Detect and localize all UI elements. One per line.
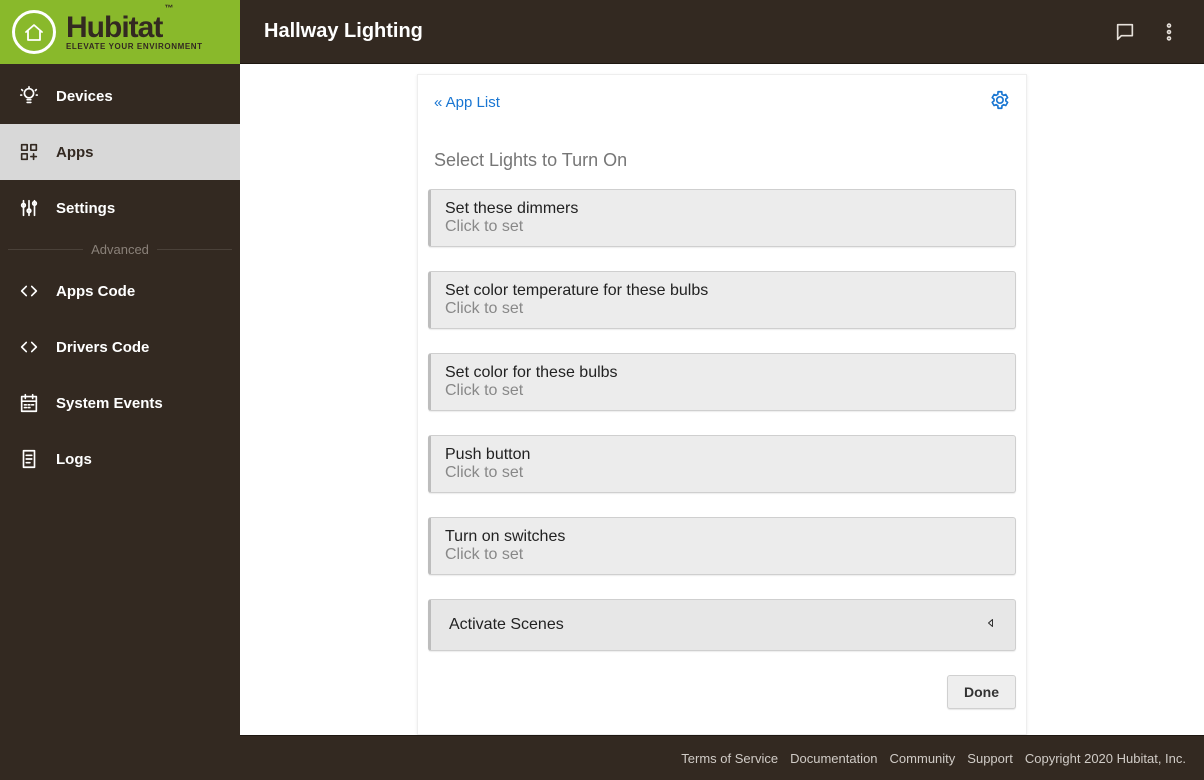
bulb-icon — [14, 85, 44, 107]
sidebar-advanced-label: Advanced — [91, 242, 149, 257]
option-hint: Click to set — [445, 464, 1001, 482]
apps-icon — [14, 141, 44, 163]
footer-copyright: Copyright 2020 Hubitat, Inc. — [1025, 751, 1186, 766]
sidebar: Devices Apps Settings Advanced Apps Code — [0, 64, 240, 780]
chevron-left-icon — [985, 616, 997, 634]
sidebar-item-drivers-code[interactable]: Drivers Code — [0, 319, 240, 375]
sidebar-item-label: Logs — [56, 451, 92, 468]
option-push-button[interactable]: Push button Click to set — [428, 435, 1016, 493]
brand-name: Hubitat — [66, 11, 162, 44]
option-hint: Click to set — [445, 300, 1001, 318]
accordion-activate-scenes[interactable]: Activate Scenes — [428, 599, 1016, 651]
code-icon — [14, 280, 44, 302]
chat-icon[interactable] — [1114, 21, 1136, 43]
page-title: Hallway Lighting — [264, 20, 1114, 43]
brand-logo: Hubitat™ ELEVATE YOUR ENVIRONMENT — [0, 0, 240, 64]
option-set-dimmers[interactable]: Set these dimmers Click to set — [428, 189, 1016, 247]
option-set-color-temp[interactable]: Set color temperature for these bulbs Cl… — [428, 271, 1016, 329]
accordion-label: Activate Scenes — [449, 616, 985, 634]
done-button[interactable]: Done — [947, 675, 1016, 709]
top-bar: Hallway Lighting — [240, 0, 1204, 64]
option-hint: Click to set — [445, 382, 1001, 400]
brand-tm: ™ — [164, 3, 172, 13]
footer: Terms of Service Documentation Community… — [240, 735, 1204, 780]
code-icon — [14, 336, 44, 358]
option-turn-on-switches[interactable]: Turn on switches Click to set — [428, 517, 1016, 575]
sliders-icon — [14, 197, 44, 219]
brand-tagline: ELEVATE YOUR ENVIRONMENT — [66, 43, 203, 51]
sidebar-item-settings[interactable]: Settings — [0, 180, 240, 236]
config-panel: « App List Select Lights to Turn On Set … — [417, 74, 1027, 735]
sidebar-item-label: System Events — [56, 395, 163, 412]
sidebar-item-apps[interactable]: Apps — [0, 124, 240, 180]
footer-link-community[interactable]: Community — [890, 751, 956, 766]
sidebar-item-logs[interactable]: Logs — [0, 431, 240, 487]
sidebar-item-label: Devices — [56, 88, 113, 105]
gear-icon[interactable] — [988, 89, 1010, 116]
option-label: Push button — [445, 446, 1001, 464]
option-label: Set color for these bulbs — [445, 364, 1001, 382]
back-link[interactable]: « App List — [434, 94, 988, 111]
more-icon[interactable] — [1158, 21, 1180, 43]
sidebar-item-label: Drivers Code — [56, 339, 149, 356]
option-label: Set these dimmers — [445, 200, 1001, 218]
sidebar-item-label: Settings — [56, 200, 115, 217]
logo-badge-icon — [12, 10, 56, 54]
sidebar-item-system-events[interactable]: System Events — [0, 375, 240, 431]
sidebar-item-apps-code[interactable]: Apps Code — [0, 263, 240, 319]
main-area: « App List Select Lights to Turn On Set … — [240, 64, 1204, 735]
footer-link-support[interactable]: Support — [967, 751, 1013, 766]
option-hint: Click to set — [445, 546, 1001, 564]
footer-link-docs[interactable]: Documentation — [790, 751, 877, 766]
calendar-icon — [14, 392, 44, 414]
sidebar-item-devices[interactable]: Devices — [0, 68, 240, 124]
section-title: Select Lights to Turn On — [418, 122, 1026, 189]
option-set-color[interactable]: Set color for these bulbs Click to set — [428, 353, 1016, 411]
option-label: Set color temperature for these bulbs — [445, 282, 1001, 300]
footer-link-tos[interactable]: Terms of Service — [681, 751, 778, 766]
option-label: Turn on switches — [445, 528, 1001, 546]
option-hint: Click to set — [445, 218, 1001, 236]
sidebar-item-label: Apps — [56, 144, 94, 161]
sidebar-item-label: Apps Code — [56, 283, 135, 300]
document-icon — [14, 448, 44, 470]
